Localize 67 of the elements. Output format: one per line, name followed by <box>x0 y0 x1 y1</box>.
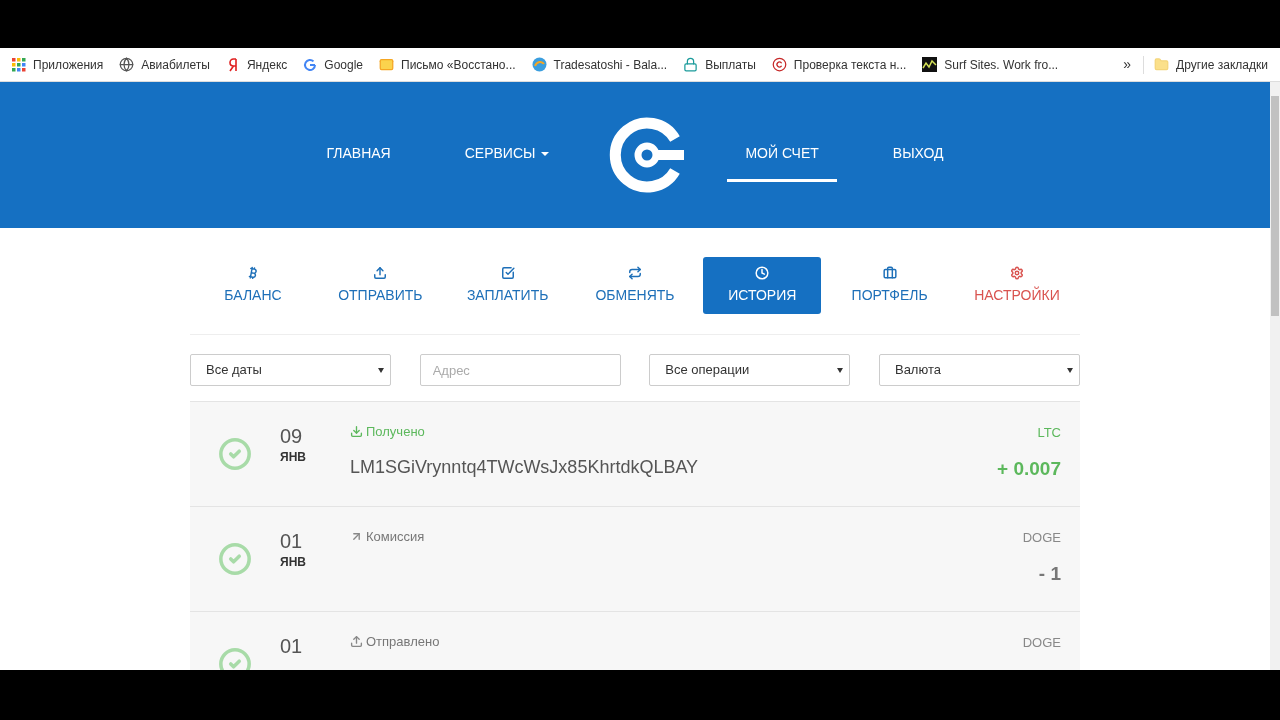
dropdown-caret-icon <box>378 367 384 373</box>
upload-icon <box>373 265 388 280</box>
section-tab[interactable]: НАСТРОЙКИ <box>957 257 1076 314</box>
filter-select[interactable]: Все даты <box>190 354 391 386</box>
bookmark-item[interactable]: Яндекс <box>225 55 288 74</box>
amount: - 1 <box>1038 561 1061 586</box>
bookmark-item[interactable]: Tradesatoshi - Bala... <box>531 55 668 74</box>
date-month: ЯНВ <box>280 554 306 571</box>
nav-link[interactable]: МОЙ СЧЕТ <box>727 128 837 182</box>
exchange-icon <box>628 265 642 280</box>
bookmark-item[interactable]: Письмо «Восстано... <box>379 55 516 74</box>
transaction-type: Отправлено <box>350 632 1023 652</box>
check-circle-icon <box>218 437 252 471</box>
nav-link[interactable]: ГЛАВНАЯ <box>308 128 409 182</box>
section-tab[interactable]: ОБМЕНЯТЬ <box>576 257 694 314</box>
scrollbar[interactable] <box>1270 82 1280 670</box>
bookmark-item[interactable]: Проверка текста н... <box>771 55 907 74</box>
transaction-row[interactable]: 01 Отправлено DOGE <box>190 611 1080 670</box>
globe-icon <box>119 57 135 72</box>
date-day: 01 <box>280 634 303 658</box>
briefcase-icon <box>882 265 897 280</box>
download-icon <box>350 425 363 439</box>
transaction-type: Комиссия <box>350 527 1023 547</box>
apps-grid-icon <box>12 57 26 72</box>
clock-icon <box>755 265 770 280</box>
currency-code: LTC <box>1037 424 1061 442</box>
lock-icon <box>683 57 699 72</box>
other-bookmarks[interactable]: Другие закладки <box>1154 55 1268 74</box>
settings-icon <box>1009 265 1024 280</box>
currency-code: DOGE <box>1022 529 1061 547</box>
transaction-type: Получено <box>350 422 998 442</box>
bookmark-item[interactable]: Выплаты <box>683 55 756 74</box>
upload-icon <box>350 635 363 649</box>
filter-select[interactable]: Валюта <box>878 354 1080 386</box>
dropdown-caret-icon <box>837 367 844 373</box>
section-tab[interactable]: ЗАПЛАТИТЬ <box>448 257 567 314</box>
nav-link[interactable]: ВЫХОД <box>874 128 962 182</box>
date-month: ЯНВ <box>280 449 306 466</box>
wallet-address: LM1SGiVrynntq4TWcWsJx85KhrtdkQLBAY <box>350 455 700 479</box>
amount: + 0.007 <box>997 456 1061 481</box>
filter-select[interactable]: Все операции <box>649 354 851 386</box>
copyright-icon <box>771 57 787 72</box>
bitcoin-icon <box>246 265 260 280</box>
transaction-row[interactable]: 01 ЯНВ Комиссия DOGE - 1 <box>190 506 1080 611</box>
check-circle-icon <box>218 542 252 576</box>
folder-icon <box>1154 57 1170 72</box>
swirl-icon <box>531 57 547 72</box>
bookmark-item[interactable]: Google <box>303 55 363 74</box>
section-tab[interactable]: БАЛАНС <box>194 257 312 314</box>
date-day: 09 <box>280 424 303 448</box>
bookmark-item[interactable]: Приложения <box>12 55 104 74</box>
bookmark-item[interactable]: Авиабилеты <box>119 55 210 74</box>
dropdown-caret-icon <box>1066 367 1073 373</box>
nav-link[interactable]: СЕРВИСЫ <box>446 128 568 182</box>
line-chart-icon <box>922 57 938 72</box>
g-logo-icon <box>303 57 318 72</box>
section-tab[interactable]: ИСТОРИЯ <box>703 257 822 314</box>
section-tab[interactable]: ОТПРАВИТЬ <box>321 257 440 314</box>
checkbox-icon <box>500 265 515 280</box>
overflow-chevron[interactable]: » <box>1123 54 1132 75</box>
bookmark-item[interactable]: Surf Sites. Work fro... <box>922 55 1059 74</box>
date-day: 01 <box>280 529 303 553</box>
logo-icon <box>609 117 686 193</box>
address-input[interactable]: Адрес <box>419 354 621 386</box>
currency-code: DOGE <box>1022 634 1061 652</box>
transaction-row[interactable]: 09 ЯНВ Получено LM1SGiVrynntq4TWcWsJx85KhrtdkQLBAY LTC + 0.007 <box>190 401 1080 506</box>
section-tab[interactable]: ПОРТФЕЛЬ <box>830 257 949 314</box>
